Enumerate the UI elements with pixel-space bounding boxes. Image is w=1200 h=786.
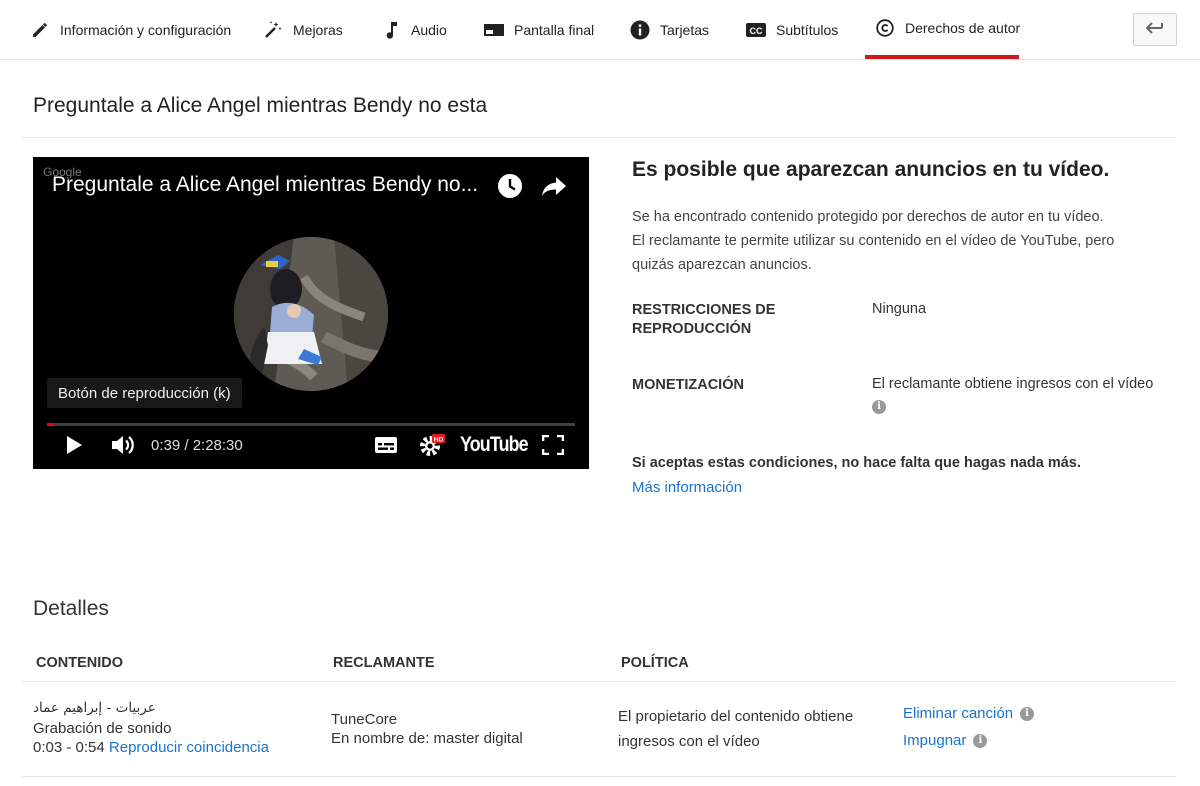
active-tab-indicator	[865, 55, 1019, 59]
column-header-content: CONTENIDO	[36, 655, 123, 671]
divider	[22, 681, 1176, 682]
play-button[interactable]	[59, 433, 89, 461]
content-title: عربيات - إبراهيم عماد	[33, 700, 156, 716]
content-type: Grabación de sonido	[33, 720, 172, 737]
dispute-info-icon[interactable]: i	[973, 733, 988, 748]
tab-label: Información y configuración	[60, 22, 232, 38]
restrictions-label-line: REPRODUCCIÓN	[632, 321, 752, 337]
tab-label: Audio	[411, 22, 447, 38]
tab-label: Derechos de autor	[905, 20, 1021, 36]
tab-enhancements[interactable]: Mejoras	[263, 0, 343, 60]
tab-bar: Información y configuración Mejoras Audi…	[0, 0, 1200, 60]
cc-icon: CC	[746, 20, 766, 40]
video-thumbnail	[234, 237, 388, 391]
remove-song-info-icon[interactable]: i	[1020, 706, 1035, 721]
claim-description: Se ha encontrado contenido protegido por…	[632, 205, 1172, 277]
share-icon[interactable]	[541, 174, 567, 200]
volume-button[interactable]	[107, 433, 139, 461]
divider	[22, 137, 1176, 138]
tab-label: Subtítulos	[776, 22, 839, 38]
gear-icon: HD	[418, 432, 446, 463]
restrictions-label-line: RESTRICCIONES DE	[632, 302, 776, 318]
tab-end-screen[interactable]: Pantalla final	[484, 0, 594, 60]
progress-bar-fill	[47, 423, 54, 426]
volume-icon	[111, 434, 135, 461]
copyright-icon	[875, 18, 895, 38]
content-range: 0:03 - 0:54	[33, 739, 105, 756]
monetization-info-icon[interactable]: i	[872, 399, 886, 414]
claimant-behalf: En nombre de: master digital	[331, 730, 523, 747]
progress-bar[interactable]	[47, 423, 575, 426]
magic-wand-icon	[263, 20, 283, 40]
claim-heading: Es posible que aparezcan anuncios en tu …	[632, 158, 1110, 181]
restrictions-value: Ninguna	[872, 301, 927, 317]
divider	[22, 776, 1176, 777]
subtitles-button[interactable]	[371, 433, 401, 461]
back-button[interactable]	[1133, 13, 1177, 46]
monetization-label: MONETIZACIÓN	[632, 377, 744, 393]
tab-audio[interactable]: Audio	[381, 0, 447, 60]
play-button-tooltip: Botón de reproducción (k)	[47, 378, 242, 408]
accept-note: Si aceptas estas condiciones, no hace fa…	[632, 455, 1081, 471]
tab-copyright[interactable]: Derechos de autor	[875, 0, 1020, 58]
page-title: Preguntale a Alice Angel mientras Bendy …	[33, 94, 488, 117]
tab-subtitles[interactable]: CC Subtítulos	[746, 0, 838, 60]
policy-line: ingresos con el vídeo	[618, 733, 760, 750]
column-header-policy: POLÍTICA	[621, 655, 689, 671]
fullscreen-icon	[541, 434, 565, 460]
svg-text:HD: HD	[434, 436, 444, 443]
monetization-value-text: El reclamante obtiene ingresos con el ví…	[872, 376, 1154, 392]
play-icon	[65, 435, 83, 460]
tab-cards[interactable]: Tarjetas	[630, 0, 709, 60]
time-display: 0:39 / 2:28:30	[151, 437, 243, 454]
claim-description-line: quizás aparezcan anuncios.	[632, 257, 812, 273]
player-video-title[interactable]: Preguntale a Alice Angel mientras Bendy …	[52, 173, 478, 197]
subtitles-icon	[374, 436, 398, 459]
details-title: Detalles	[33, 597, 109, 620]
policy-line: El propietario del contenido obtiene	[618, 708, 854, 725]
play-match-link[interactable]: Reproducir coincidencia	[109, 739, 269, 756]
video-player[interactable]: Google Preguntale a Alice Angel mientras…	[33, 157, 589, 469]
claim-description-line: Se ha encontrado contenido protegido por…	[632, 209, 1104, 225]
svg-text:CC: CC	[750, 26, 763, 36]
claim-description-line: El reclamante te permite utilizar su con…	[632, 233, 1115, 249]
column-header-claimant: RECLAMANTE	[333, 655, 435, 671]
dispute-action: Impugnar i	[903, 732, 988, 749]
end-screen-icon	[484, 20, 504, 40]
fullscreen-button[interactable]	[539, 433, 567, 461]
restrictions-label: RESTRICCIONES DE REPRODUCCIÓN	[632, 301, 775, 339]
remove-song-link[interactable]: Eliminar canción	[903, 705, 1013, 722]
claimant-name: TuneCore	[331, 711, 398, 728]
info-icon	[630, 20, 650, 40]
pencil-icon	[30, 20, 50, 40]
content-range-row: 0:03 - 0:54 Reproducir coincidencia	[33, 738, 269, 757]
remove-song-action: Eliminar canción i	[903, 705, 1035, 722]
dispute-link[interactable]: Impugnar	[903, 732, 966, 749]
settings-button[interactable]: HD	[417, 433, 447, 461]
tab-info-settings[interactable]: Información y configuración	[30, 0, 231, 60]
more-info-link[interactable]: Más información	[632, 479, 742, 496]
music-note-icon	[381, 20, 401, 40]
tab-label: Tarjetas	[660, 22, 710, 38]
watch-later-icon[interactable]	[497, 173, 523, 199]
youtube-logo[interactable]: YouTube	[460, 433, 529, 457]
monetization-value: El reclamante obtiene ingresos con el ví…	[872, 375, 1153, 415]
tab-label: Mejoras	[293, 22, 343, 38]
back-arrow-icon	[1145, 21, 1164, 39]
tab-label: Pantalla final	[514, 22, 595, 38]
